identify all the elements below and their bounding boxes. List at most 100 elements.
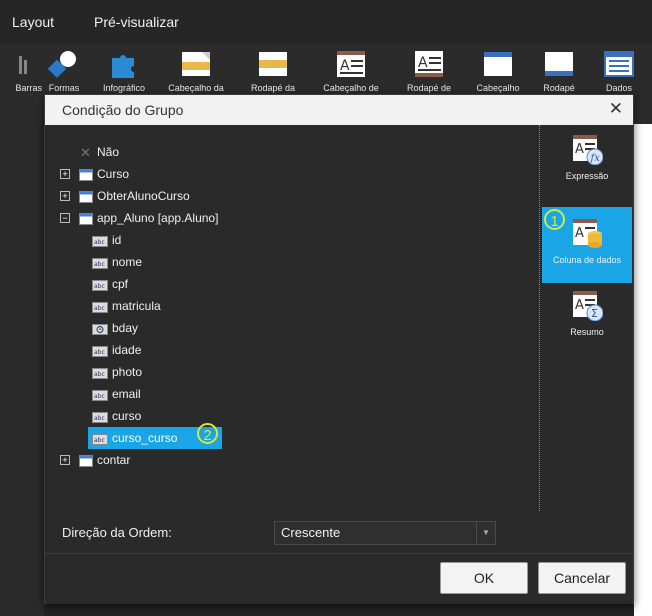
ribbon-label: Rodapé de: [406, 83, 452, 93]
ribbon-label: Cabeçalho: [476, 83, 520, 93]
cancel-button[interactable]: Cancelar: [538, 562, 626, 594]
tree-item-contar[interactable]: + contar: [45, 450, 539, 470]
text-field-icon: abc: [92, 278, 108, 296]
menu-bar: Layout Pré-visualizar: [0, 0, 652, 44]
data-column-icon: A: [571, 217, 603, 249]
header-band-icon: [482, 48, 514, 80]
tree-item-none[interactable]: ✕ Não: [45, 142, 539, 162]
ribbon-header-button[interactable]: Cabeçalho: [465, 48, 531, 93]
summary-button[interactable]: AΣ Resumo: [542, 289, 632, 345]
tree-item-app-aluno[interactable]: − app_Aluno [app.Aluno]: [45, 208, 539, 228]
tree-item-label: app_Aluno [app.Aluno]: [97, 211, 219, 225]
expand-icon[interactable]: +: [60, 455, 70, 465]
field-label: nome: [112, 255, 143, 269]
text-field-icon: abc: [92, 256, 108, 274]
tree-item-label: Curso: [97, 167, 130, 181]
field-item-curso-curso-selected[interactable]: abc curso_curso: [45, 427, 539, 449]
field-item-idade[interactable]: abc idade: [45, 340, 539, 360]
annotation-marker-1: 1: [544, 209, 565, 230]
shapes-icon: [47, 48, 80, 80]
text-field-icon: abc: [92, 300, 108, 318]
expression-icon: Afx: [571, 133, 604, 166]
field-item-matricula[interactable]: abc matricula: [45, 296, 539, 316]
group-footer-icon: A: [413, 48, 445, 80]
x-icon: ✕: [80, 145, 91, 160]
background-panel: [0, 124, 44, 616]
text-field-icon: abc: [92, 234, 108, 252]
dialog-footer: OK Cancelar: [45, 553, 633, 604]
menu-layout[interactable]: Layout: [12, 14, 54, 30]
field-label: curso: [112, 409, 142, 423]
field-item-id[interactable]: abc id: [45, 230, 539, 250]
expand-icon[interactable]: +: [60, 169, 70, 179]
dialog-title: Condição do Grupo: [62, 102, 184, 118]
field-label: photo: [112, 365, 143, 379]
tree-item-curso[interactable]: + Curso: [45, 164, 539, 184]
page-footer-icon: [257, 48, 289, 80]
svg-text:A: A: [340, 58, 350, 74]
ribbon-label: Cabeçalho da: [168, 83, 224, 93]
tree-item-label: Não: [97, 145, 120, 159]
date-field-icon: [92, 322, 108, 340]
text-field-icon: abc: [92, 344, 108, 362]
tree-item-obteralunocurso[interactable]: + ObterAlunoCurso: [45, 186, 539, 206]
ribbon-footer-da-button[interactable]: Rodapé da: [240, 48, 306, 93]
ribbon-footer-button[interactable]: Rodapé: [526, 48, 592, 93]
field-label: idade: [112, 343, 142, 357]
text-field-icon: abc: [92, 366, 108, 384]
field-label: email: [112, 387, 141, 401]
tree-item-label: contar: [97, 453, 131, 467]
panel-divider: [539, 125, 540, 511]
svg-text:A: A: [575, 298, 584, 313]
ribbon-header-da-button[interactable]: Cabeçalho da: [163, 48, 229, 93]
footer-band-icon: [543, 48, 575, 80]
close-icon[interactable]: ✕: [609, 99, 623, 119]
bars-icon: [0, 48, 29, 80]
ribbon-infographic-button[interactable]: Infográfico: [91, 48, 157, 93]
svg-text:abc: abc: [94, 349, 105, 356]
annotation-marker-2: 2: [197, 423, 218, 444]
order-direction-value: Crescente: [281, 525, 341, 540]
expand-icon[interactable]: +: [60, 191, 70, 201]
order-direction-select[interactable]: Crescente ▼: [274, 521, 496, 545]
text-field-icon: abc: [92, 388, 108, 406]
background-canvas: [632, 124, 652, 616]
field-item-cpf[interactable]: abc cpf: [45, 274, 539, 294]
dialog-title-bar: Condição do Grupo ✕: [45, 95, 633, 125]
field-label: cpf: [112, 277, 129, 291]
field-label: curso_curso: [112, 431, 178, 445]
field-item-photo[interactable]: abc photo: [45, 362, 539, 382]
field-item-bday[interactable]: bday: [45, 318, 539, 338]
summary-icon: AΣ: [571, 289, 604, 322]
ribbon-data-button[interactable]: Dados: [586, 48, 652, 93]
ribbon-label: Dados: [605, 83, 632, 93]
text-field-icon: abc: [92, 432, 108, 450]
expression-button[interactable]: Afx Expressão: [542, 133, 632, 189]
svg-text:abc: abc: [94, 437, 105, 444]
ribbon-label: Cabeçalho de: [323, 83, 379, 93]
collapse-icon[interactable]: −: [60, 213, 70, 223]
ok-button[interactable]: OK: [440, 562, 528, 594]
ribbon-header-de-button[interactable]: A Cabeçalho de: [318, 48, 384, 93]
side-button-label: Coluna de dados: [552, 255, 622, 265]
svg-text:abc: abc: [94, 283, 105, 290]
text-field-icon: abc: [92, 410, 108, 428]
ribbon-footer-de-button[interactable]: A Rodapé de: [396, 48, 462, 93]
field-label: id: [112, 233, 122, 247]
table-icon: [79, 212, 93, 230]
ribbon-label: Rodapé da: [250, 83, 296, 93]
group-header-icon: A: [335, 48, 367, 80]
chevron-down-icon[interactable]: ▼: [476, 522, 495, 544]
menu-preview[interactable]: Pré-visualizar: [94, 14, 179, 30]
order-direction-label: Direção da Ordem:: [62, 525, 172, 540]
ribbon-shapes-button[interactable]: Formas: [31, 48, 97, 93]
field-item-nome[interactable]: abc nome: [45, 252, 539, 272]
svg-text:abc: abc: [94, 393, 105, 400]
field-label: bday: [112, 321, 139, 335]
svg-text:abc: abc: [94, 305, 105, 312]
field-item-email[interactable]: abc email: [45, 384, 539, 404]
field-item-curso[interactable]: abc curso: [45, 406, 539, 426]
svg-text:A: A: [575, 142, 584, 157]
table-icon: [79, 454, 93, 472]
ribbon-label: Rodapé: [543, 83, 575, 93]
